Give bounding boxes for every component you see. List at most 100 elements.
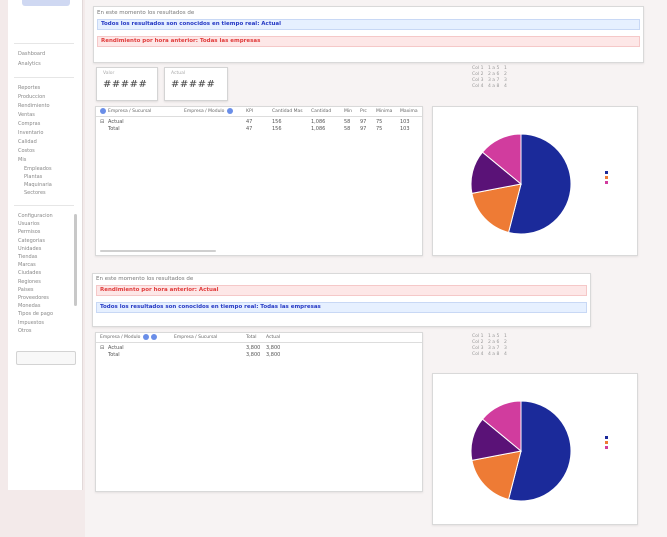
table-cell: 47: [246, 126, 253, 132]
sidebar-item[interactable]: Proveedores: [18, 295, 68, 301]
table-header-row: Empresa / Modulo Empresa / Sucursal Tota…: [96, 333, 422, 343]
sidebar-item[interactable]: Ventas: [18, 112, 68, 118]
legend-cell: Col 4: [472, 352, 484, 357]
column-header[interactable]: Prc: [360, 107, 367, 116]
data-table-panel: Empresa / Modulo Empresa / Sucursal Tota…: [95, 332, 423, 492]
row-label: Actual: [108, 345, 124, 351]
pie-chart-panel: [432, 106, 638, 256]
sidebar-item[interactable]: Configuracion: [18, 213, 68, 219]
sidebar-item[interactable]: Permisos: [18, 229, 68, 235]
toggle-icon[interactable]: [227, 107, 234, 114]
table-horizontal-scrollbar[interactable]: [100, 250, 216, 252]
kpi-card: Valor #####: [96, 67, 158, 101]
table-cell: 75: [376, 119, 383, 125]
kpi-label: Actual: [171, 71, 186, 76]
sidebar-subitem[interactable]: Empleados: [24, 166, 68, 172]
column-header[interactable]: Maxima: [400, 107, 418, 116]
sidebar-subitem[interactable]: Maquinaria: [24, 182, 68, 188]
sidebar-item[interactable]: Calidad: [18, 139, 68, 145]
sidebar-item[interactable]: Compras: [18, 121, 68, 127]
sidebar-item[interactable]: Categorias: [18, 238, 68, 244]
column-header[interactable]: Total: [246, 333, 257, 342]
sidebar-item[interactable]: Paises: [18, 287, 68, 293]
table-cell: 3,800: [246, 352, 261, 358]
pie-legend: [605, 169, 610, 184]
table-cell: 47: [246, 119, 253, 125]
sidebar-item[interactable]: Ciudades: [18, 270, 68, 276]
status-title: En este momento los resultados de: [96, 276, 194, 282]
table-cell: 97: [360, 119, 367, 125]
table-row[interactable]: ⊟ Actual 3,800 3,800: [96, 345, 422, 352]
status-line-red: Rendimiento por hora anterior: Todas las…: [97, 36, 640, 47]
toggle-label: Empresa / Sucursal: [108, 109, 152, 114]
sidebar-item[interactable]: Rendimiento: [18, 103, 68, 109]
sidebar-item[interactable]: Regiones: [18, 279, 68, 285]
table-row[interactable]: ⊟ Actual 47 156 1,086 58 97 75 103: [96, 119, 422, 126]
expand-icon[interactable]: ⊟: [100, 345, 104, 352]
sidebar-subitem[interactable]: Sectores: [24, 190, 68, 196]
table-cell: 103: [400, 119, 410, 125]
column-header[interactable]: Cantidad: [311, 107, 331, 116]
sidebar-action-button[interactable]: [16, 351, 76, 365]
table-row[interactable]: Total 3,800 3,800: [96, 352, 422, 359]
sidebar-item[interactable]: Reportes: [18, 85, 68, 91]
column-header[interactable]: Empresa / Sucursal: [174, 333, 217, 342]
kpi-card: Actual #####: [164, 67, 228, 101]
column-header[interactable]: Min: [344, 107, 352, 116]
sidebar-item[interactable]: Usuarios: [18, 221, 68, 227]
sidebar-item-analytics[interactable]: Analytics: [18, 61, 68, 67]
toggle-icon[interactable]: [143, 333, 150, 340]
table-header-row: Empresa / Sucursal Empresa / Modulo KPI …: [96, 107, 422, 117]
toggle-label: Empresa / Modulo: [100, 335, 141, 340]
table-cell: 3,800: [266, 345, 281, 351]
table-body: ⊟ Actual 3,800 3,800 Total 3,800 3,800: [96, 345, 422, 359]
kpi-value: #####: [171, 79, 216, 90]
legend-cell: 4: [504, 352, 507, 357]
pie-chart: [470, 400, 572, 502]
sidebar-item[interactable]: Impuestos: [18, 320, 68, 326]
data-table-panel: Empresa / Sucursal Empresa / Modulo KPI …: [95, 106, 423, 256]
sidebar-divider: [14, 205, 74, 206]
legend-cell: Col 4: [472, 84, 484, 89]
sidebar-item[interactable]: Tipos de pago: [18, 311, 68, 317]
sidebar-item[interactable]: Tiendas: [18, 254, 68, 260]
sidebar-divider: [14, 77, 74, 78]
sidebar-divider: [14, 43, 74, 44]
table-cell: 3,800: [246, 345, 261, 351]
table-cell: 156: [272, 126, 282, 132]
table-cell: 58: [344, 126, 351, 132]
column-header[interactable]: Minima: [376, 107, 392, 116]
toggle-icon[interactable]: [151, 333, 158, 340]
table-cell: 58: [344, 119, 351, 125]
table-row[interactable]: Total 47 156 1,086 58 97 75 103: [96, 126, 422, 133]
sidebar-item[interactable]: Marcas: [18, 262, 68, 268]
sidebar-subitem[interactable]: Plantas: [24, 174, 68, 180]
app-logo[interactable]: [22, 0, 70, 6]
legend-cell: 4: [504, 84, 507, 89]
sidebar-item-active[interactable]: Mis: [18, 157, 68, 163]
sidebar-item[interactable]: Monedas: [18, 303, 68, 309]
sidebar-item[interactable]: Produccion: [18, 94, 68, 100]
status-line-blue: Todos los resultados son conocidos en ti…: [97, 19, 640, 30]
column-header[interactable]: Cantidad Mas: [272, 107, 303, 116]
table-cell: 156: [272, 119, 282, 125]
column-header[interactable]: KPI: [246, 107, 253, 116]
expand-icon[interactable]: ⊟: [100, 119, 104, 126]
pie-legend: [605, 434, 610, 449]
column-header[interactable]: Actual: [266, 333, 280, 342]
table-cell: 103: [400, 126, 410, 132]
sidebar-item[interactable]: Otros: [18, 328, 68, 334]
table-cell: 75: [376, 126, 383, 132]
kpi-label: Valor: [103, 71, 115, 76]
sidebar-item[interactable]: Unidades: [18, 246, 68, 252]
sidebar-scrollbar[interactable]: [74, 214, 77, 306]
status-line-blue: Todos los resultados son conocidos en ti…: [96, 302, 587, 313]
sidebar-item-dashboard[interactable]: Dashboard: [18, 51, 68, 57]
sidebar-item[interactable]: Inventario: [18, 130, 68, 136]
toggle-icon[interactable]: [100, 107, 106, 114]
legend-grid: Col 11 a 5 1 Col 22 a 6 2 Col 33 a 7 3 Col 44 …: [472, 334, 542, 358]
top-status-panel: En este momento los resultados de Todos …: [93, 6, 644, 63]
sidebar-item[interactable]: Costos: [18, 148, 68, 154]
table-body: ⊟ Actual 47 156 1,086 58 97 75 103 Total 47 156 1,08…: [96, 119, 422, 133]
row-label: Total: [108, 352, 120, 358]
